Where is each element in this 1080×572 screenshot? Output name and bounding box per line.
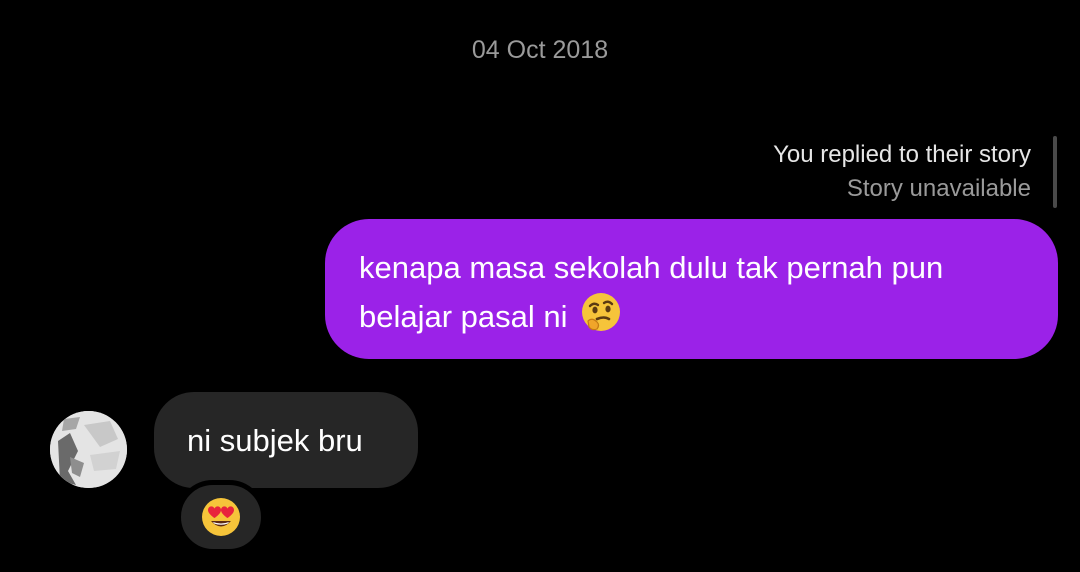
contact-avatar[interactable] [50,411,127,488]
incoming-message-bubble[interactable]: ni subjek bru [154,392,418,488]
outgoing-message-text: kenapa masa sekolah dulu tak pernah pun … [359,250,944,334]
date-separator: 04 Oct 2018 [471,36,609,64]
story-unavailable-label: Story unavailable [846,175,1031,202]
incoming-message-text: ni subjek bru [187,423,363,458]
heart-eyes-emoji [200,496,242,538]
story-reply-context[interactable]: You replied to their story Story unavail… [773,138,1031,206]
story-reply-label: You replied to their story [773,141,1031,168]
outgoing-message-bubble[interactable]: kenapa masa sekolah dulu tak pernah pun … [325,219,1058,359]
message-reaction[interactable] [176,480,266,554]
thinking-face-emoji [580,291,622,346]
story-reply-indicator-bar [1053,136,1057,208]
